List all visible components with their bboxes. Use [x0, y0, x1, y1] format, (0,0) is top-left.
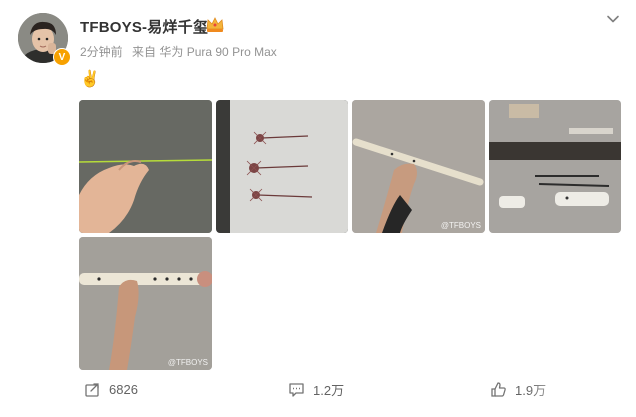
photo-pressed-flowers — [216, 100, 348, 233]
image-watermark: @TFBOYS — [440, 221, 481, 230]
post-image-3[interactable]: @TFBOYS — [352, 100, 485, 233]
share-count: 6826 — [109, 381, 138, 397]
post-image-1[interactable] — [79, 100, 212, 233]
photo-holding-flute — [352, 100, 485, 233]
weibo-post-card: V TFBOYS-易烊千玺 2分钟前 来自 华为 Pura 90 Pro Max… — [0, 0, 636, 417]
verified-badge-icon: V — [53, 48, 71, 66]
share-button[interactable]: 6826 — [84, 376, 138, 402]
image-watermark: @TFBOYS — [167, 358, 208, 367]
post-text: ✌ — [80, 71, 100, 88]
comment-count: 1.2万 — [313, 382, 345, 398]
comment-icon — [289, 382, 304, 397]
comment-button[interactable]: 1.2万 — [288, 376, 344, 402]
thumbs-up-icon — [491, 381, 506, 397]
like-button[interactable]: 1.9万 — [490, 376, 546, 402]
chevron-down-icon[interactable] — [606, 12, 620, 26]
post-image-2[interactable] — [216, 100, 348, 233]
post-image-5[interactable]: @TFBOYS — [79, 237, 212, 370]
user-name[interactable]: TFBOYS-易烊千玺 — [80, 16, 208, 37]
post-image-4[interactable] — [489, 100, 621, 233]
crown-icon — [206, 17, 224, 32]
post-source: 来自 华为 Pura 90 Pro Max — [132, 45, 277, 59]
like-count: 1.9万 — [515, 382, 547, 398]
photo-finished-flute — [79, 237, 212, 370]
post-meta: 2分钟前 来自 华为 Pura 90 Pro Max — [80, 43, 283, 60]
photo-hand-thread — [79, 100, 212, 233]
share-icon — [85, 382, 99, 397]
post-time[interactable]: 2分钟前 — [80, 45, 123, 59]
photo-tools-materials — [489, 100, 621, 233]
